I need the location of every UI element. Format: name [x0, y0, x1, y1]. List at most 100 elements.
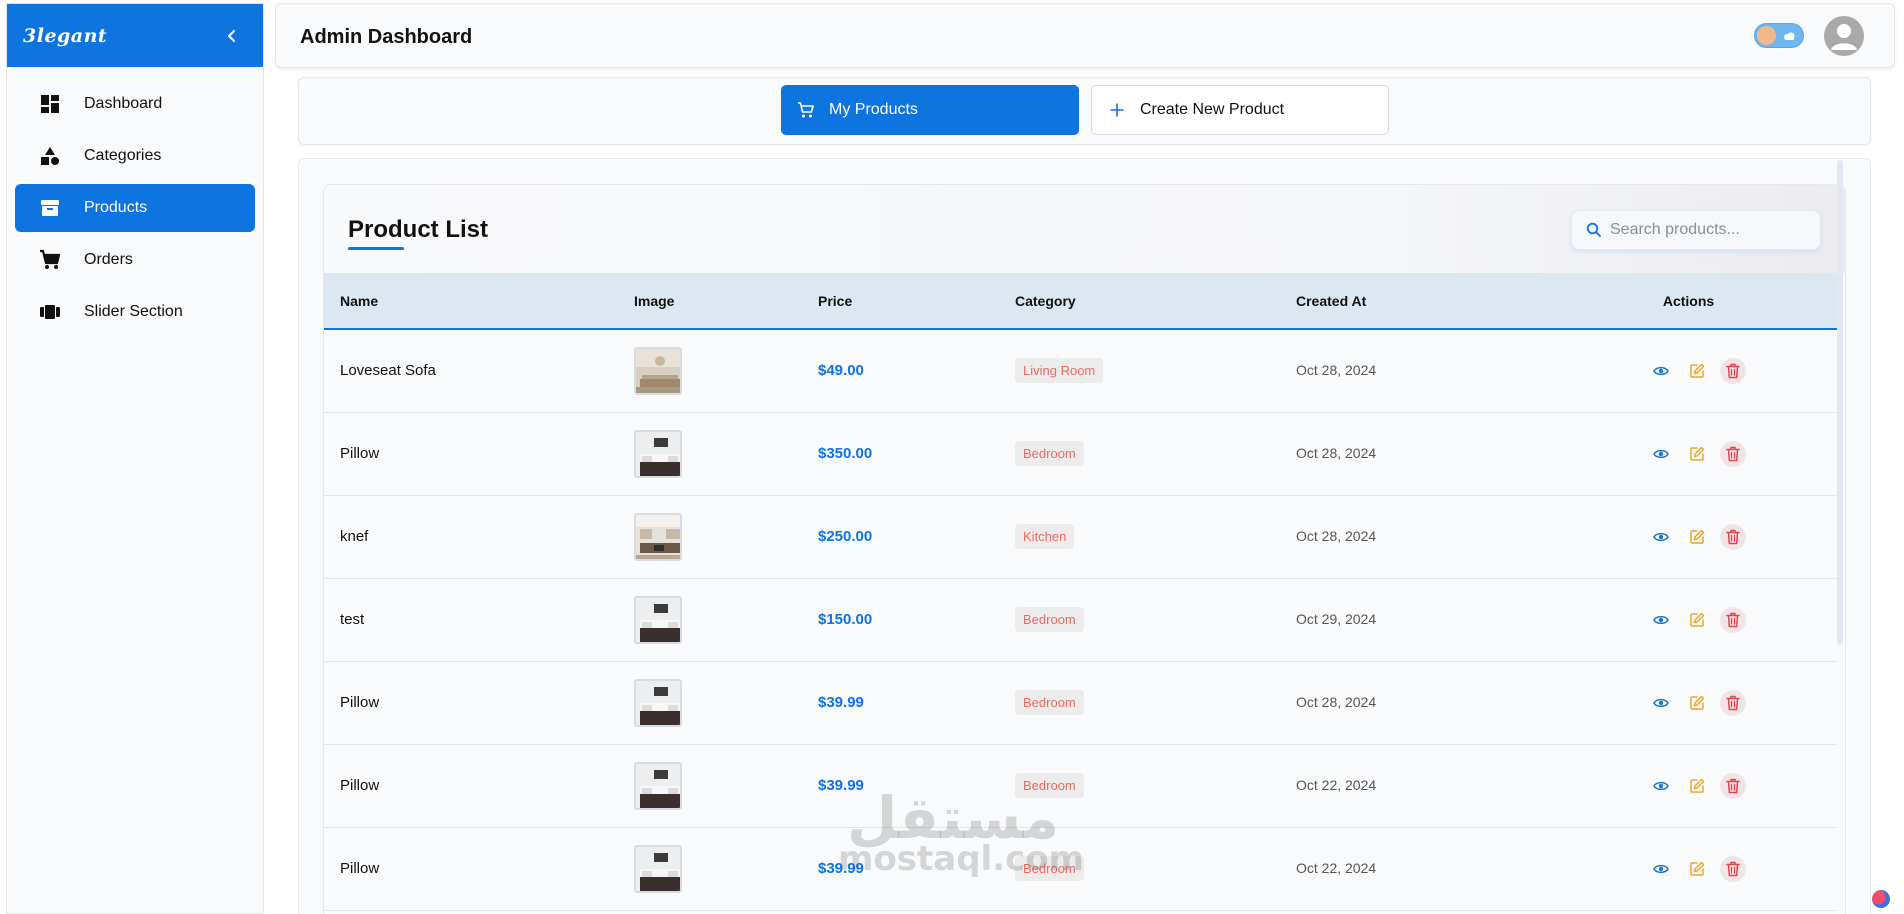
cell-image [618, 578, 802, 661]
delete-icon[interactable] [1719, 772, 1746, 799]
view-icon[interactable] [1648, 690, 1674, 716]
edit-icon[interactable] [1684, 524, 1710, 550]
view-icon[interactable] [1648, 773, 1674, 799]
created-at: Oct 22, 2024 [1296, 777, 1377, 793]
product-tabs: My Products Create New Product [298, 77, 1871, 145]
edit-icon[interactable] [1684, 607, 1710, 633]
delete-icon[interactable] [1719, 689, 1746, 716]
brand-logo[interactable]: 3legant [23, 25, 107, 47]
sidebar-item-slider-section[interactable]: Slider Section [15, 288, 255, 336]
product-thumbnail [634, 844, 682, 893]
sidebar: 3legant Dashboard Categories Products Or… [6, 3, 264, 914]
product-name: Pillow [340, 445, 380, 462]
table-row: test $150.00 Bedroom Oct 29, 2024 [324, 578, 1837, 661]
edit-icon[interactable] [1684, 773, 1710, 799]
edit-icon[interactable] [1684, 690, 1710, 716]
category-badge: Bedroom [1015, 607, 1084, 632]
row-actions [1556, 772, 1837, 799]
product-name: test [340, 611, 365, 628]
plus-icon [1108, 101, 1126, 119]
row-actions [1556, 357, 1837, 384]
tab-my-products[interactable]: My Products [781, 85, 1079, 135]
product-name: Pillow [340, 694, 380, 711]
edit-icon[interactable] [1684, 358, 1710, 384]
delete-icon[interactable] [1719, 357, 1746, 384]
cell-actions [1540, 412, 1837, 495]
cell-category: Bedroom [999, 661, 1280, 744]
cloud-icon [1782, 29, 1796, 41]
edit-icon[interactable] [1684, 441, 1710, 467]
top-header: Admin Dashboard [275, 3, 1895, 68]
edit-icon[interactable] [1684, 856, 1710, 882]
search-box [1571, 210, 1821, 250]
cart-icon [797, 101, 815, 119]
main-content: Product List Name Image Price Category C… [298, 158, 1871, 914]
view-icon[interactable] [1648, 524, 1674, 550]
product-name: Loveseat Sofa [340, 362, 436, 380]
sidebar-item-products[interactable]: Products [15, 184, 255, 232]
avatar[interactable] [1824, 16, 1864, 56]
brand-bar: 3legant [7, 4, 263, 67]
column-header-name: Name [340, 292, 379, 309]
sidebar-item-orders[interactable]: Orders [15, 236, 255, 284]
chevron-left-icon[interactable] [223, 27, 241, 45]
cell-created-at: Oct 22, 2024 [1280, 827, 1540, 910]
cell-created-at: Oct 22, 2024 [1280, 744, 1540, 827]
cell-created-at: Oct 28, 2024 [1280, 661, 1540, 744]
tab-label: My Products [829, 101, 918, 118]
cell-category: Living Room [999, 329, 1280, 412]
products-table: Name Image Price Category Created At Act… [324, 273, 1837, 911]
column-header-price: Price [818, 292, 853, 309]
delete-icon[interactable] [1719, 440, 1746, 467]
view-icon[interactable] [1648, 358, 1674, 384]
sidebar-item-label: Slider Section [84, 303, 183, 320]
product-thumbnail [634, 346, 682, 395]
product-list-title: Product List [348, 216, 489, 243]
cell-name: Pillow [324, 827, 618, 910]
product-thumbnail [634, 429, 682, 478]
created-at: Oct 28, 2024 [1296, 362, 1377, 379]
scrollbar[interactable] [1837, 160, 1843, 645]
dashboard-icon [39, 93, 61, 115]
sun-icon [1757, 26, 1776, 45]
product-price: $150.00 [818, 611, 873, 628]
cell-name: Pillow [324, 412, 618, 495]
card-header: Product List [324, 185, 1845, 273]
cell-image [618, 744, 802, 827]
column-header-category: Category [1015, 292, 1076, 309]
cell-actions [1540, 329, 1837, 412]
product-name: Pillow [340, 860, 380, 877]
product-thumbnail [634, 595, 682, 644]
product-price: $350.00 [818, 445, 873, 462]
product-thumbnail [634, 512, 682, 561]
delete-icon[interactable] [1719, 523, 1746, 550]
cell-name: Pillow [324, 661, 618, 744]
delete-icon[interactable] [1719, 606, 1746, 633]
cell-price: $350.00 [802, 412, 999, 495]
delete-icon[interactable] [1719, 855, 1746, 882]
cell-category: Kitchen [999, 495, 1280, 578]
category-badge: Bedroom [1015, 441, 1084, 466]
view-icon[interactable] [1648, 441, 1674, 467]
created-at: Oct 28, 2024 [1296, 528, 1377, 544]
sidebar-item-dashboard[interactable]: Dashboard [15, 80, 255, 128]
cell-price: $39.99 [802, 827, 999, 910]
row-actions [1556, 440, 1837, 467]
cell-image [618, 495, 802, 578]
sidebar-item-label: Dashboard [84, 95, 163, 112]
table-row: knef $250.00 Kitchen Oct 28, 2024 [324, 495, 1837, 578]
search-input[interactable] [1610, 211, 1810, 249]
tab-create-new-product[interactable]: Create New Product [1091, 85, 1389, 135]
sidebar-item-categories[interactable]: Categories [15, 132, 255, 180]
category-badge: Bedroom [1015, 690, 1084, 715]
cell-category: Bedroom [999, 412, 1280, 495]
cell-actions [1540, 744, 1837, 827]
view-icon[interactable] [1648, 856, 1674, 882]
tab-label: Create New Product [1140, 101, 1285, 118]
cell-name: Loveseat Sofa [324, 329, 618, 412]
page-title: Admin Dashboard [300, 26, 473, 48]
cell-actions [1540, 661, 1837, 744]
view-icon[interactable] [1648, 607, 1674, 633]
theme-toggle[interactable] [1754, 23, 1804, 48]
created-at: Oct 28, 2024 [1296, 445, 1377, 461]
